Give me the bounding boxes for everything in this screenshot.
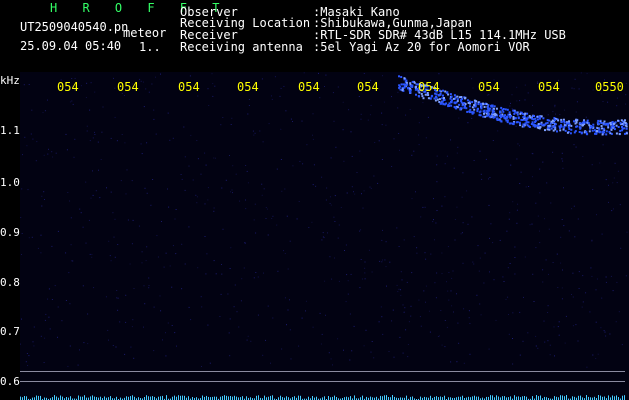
header-panel: H R O F F T UT2509040540.pn meteor 25.09… xyxy=(0,0,629,72)
y-tick-label: 1.0 xyxy=(0,176,20,189)
x-tick-label: 054 xyxy=(357,80,379,94)
amplitude-strip xyxy=(20,395,625,400)
y-tick-label: 1.1 xyxy=(0,124,20,137)
reference-line-lower xyxy=(20,381,625,382)
reference-line-upper xyxy=(20,371,625,372)
x-tick-label: 054 xyxy=(298,80,320,94)
file-datetime: 25.09.04 05:40 xyxy=(20,39,122,53)
x-tick-label: 054 xyxy=(178,80,200,94)
y-tick-label: 0.9 xyxy=(0,226,20,239)
file-extra: 1.. xyxy=(139,40,161,54)
y-tick-label: 0.6 xyxy=(0,375,20,388)
x-tick-label: 054 xyxy=(117,80,139,94)
file-label: meteor xyxy=(123,26,167,40)
antenna-label: Receiving antenna xyxy=(180,40,303,54)
spectrogram-canvas xyxy=(20,72,628,368)
x-tick-label: 0550 xyxy=(595,80,624,94)
x-tick-label: 054 xyxy=(237,80,259,94)
y-tick-label: 0.7 xyxy=(0,325,20,338)
axis-unit-label: kHz xyxy=(0,74,20,87)
file-name: UT2509040540.pn xyxy=(20,20,129,34)
y-tick-label: 0.8 xyxy=(0,276,20,289)
x-tick-label: 054 xyxy=(538,80,560,94)
x-tick-label: 054 xyxy=(478,80,500,94)
x-tick-label: 054 xyxy=(418,80,440,94)
spectrogram-plot xyxy=(20,72,629,400)
antenna-value: :5el Yagi Az 20 for Aomori VOR xyxy=(313,40,530,54)
x-tick-label: 054 xyxy=(57,80,79,94)
